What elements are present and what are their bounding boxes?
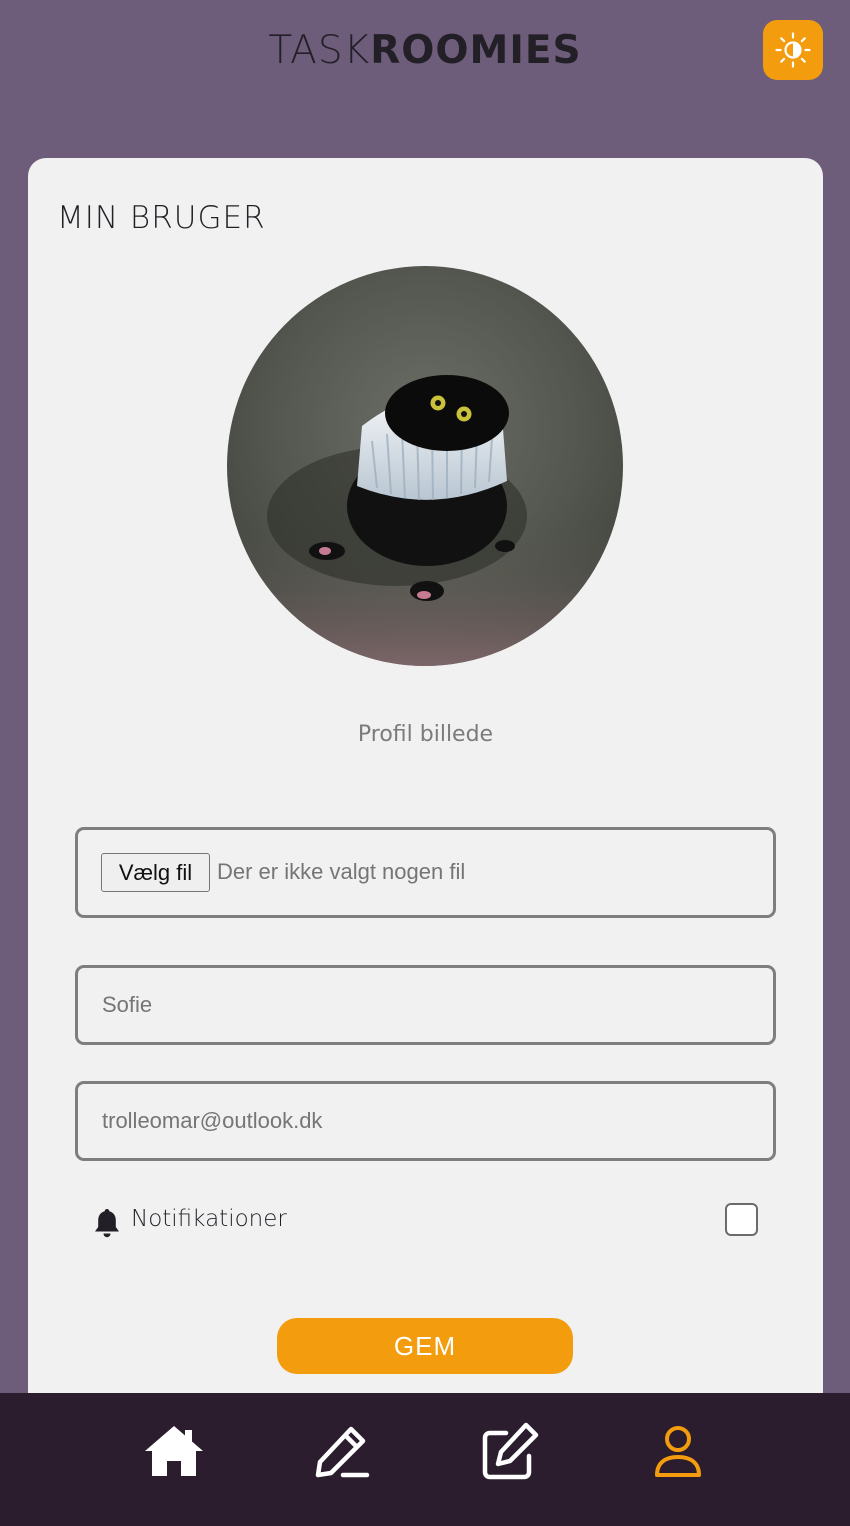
edit-square-icon — [482, 1422, 539, 1480]
user-icon — [655, 1426, 701, 1477]
save-button[interactable]: GEM — [277, 1318, 573, 1374]
notifications-checkbox[interactable] — [725, 1203, 758, 1236]
notifications-row: Notifikationer — [93, 1202, 763, 1242]
name-input[interactable] — [78, 968, 773, 1042]
file-status-text: Der er ikke valgt nogen fil — [217, 859, 466, 884]
nav-profile[interactable] — [645, 1421, 711, 1481]
bottom-nav — [0, 1393, 850, 1526]
nav-tasks[interactable] — [309, 1421, 375, 1481]
choose-file-button[interactable]: Vælg fil — [101, 853, 210, 892]
app-header: TASKROOMIES — [0, 0, 850, 110]
theme-toggle-button[interactable] — [763, 20, 823, 80]
profile-card: MIN BRUGER Profil billede Vælg fil Der e… — [28, 158, 823, 1418]
file-upload-field: Vælg fil Der er ikke valgt nogen fil — [75, 827, 776, 918]
bell-icon — [95, 1209, 119, 1238]
home-icon — [145, 1426, 203, 1476]
nav-create[interactable] — [476, 1421, 542, 1481]
avatar-caption: Profil billede — [357, 722, 494, 747]
app-logo: TASKROOMIES — [0, 28, 850, 73]
page-title: MIN BRUGER — [57, 200, 266, 236]
email-field — [75, 1081, 776, 1161]
sun-icon — [775, 32, 811, 68]
notifications-label: Notifikationer — [131, 1206, 287, 1232]
logo-part-task: TASK — [268, 28, 371, 73]
name-field — [75, 965, 776, 1045]
email-input[interactable] — [78, 1084, 773, 1158]
logo-part-roomies: ROOMIES — [370, 28, 582, 73]
profile-avatar — [227, 266, 623, 666]
nav-home[interactable] — [141, 1421, 207, 1481]
pencil-icon — [315, 1426, 370, 1478]
